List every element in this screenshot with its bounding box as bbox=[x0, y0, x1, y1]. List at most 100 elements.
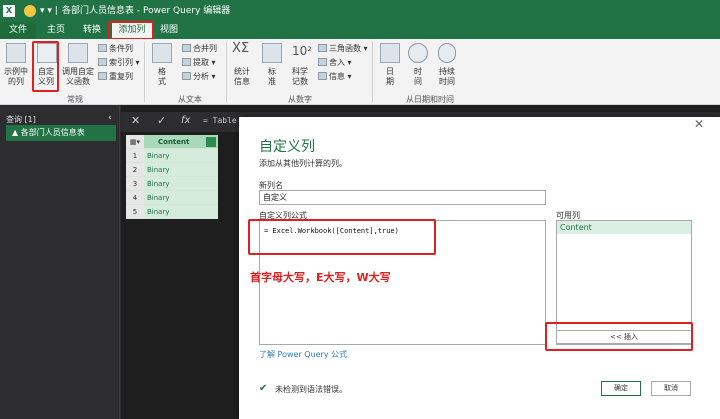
extract-label: 提取 bbox=[193, 58, 209, 67]
clock-icon bbox=[408, 43, 428, 63]
cancel-button[interactable]: 取消 bbox=[651, 381, 691, 396]
highlight-add-column-tab bbox=[108, 21, 154, 40]
row-index: 2 bbox=[126, 163, 144, 177]
extract-button[interactable]: 提取 ▾ bbox=[182, 58, 216, 68]
group-label-datetime: 从日期和时间 bbox=[406, 95, 454, 104]
group-label-general: 常规 bbox=[67, 95, 83, 104]
row-index: 4 bbox=[126, 191, 144, 205]
rounding-button[interactable]: 舍入 ▾ bbox=[318, 58, 352, 68]
format-button[interactable]: 格 式 bbox=[150, 67, 174, 87]
confirm-formula-icon[interactable]: ✓ bbox=[157, 114, 166, 127]
stopwatch-icon bbox=[438, 43, 456, 63]
index-column-icon bbox=[98, 58, 107, 66]
row-index: 3 bbox=[126, 177, 144, 191]
queries-pane: 查询 [1] ‹ ▲ 各部门人员信息表 bbox=[0, 105, 120, 419]
duplicate-column-label: 重复列 bbox=[109, 72, 133, 81]
table-cell-binary[interactable]: Binary bbox=[144, 177, 218, 191]
information-button[interactable]: 信息 ▾ bbox=[318, 72, 352, 82]
fx-icon: fx bbox=[181, 115, 191, 126]
duplicate-column-icon bbox=[98, 72, 107, 80]
title-bar: X ▾ ▾ | 各部门人员信息表 - Power Query 编辑器 bbox=[0, 0, 720, 22]
duration-button[interactable]: 持续 时间 bbox=[432, 67, 462, 87]
tab-file[interactable]: 文件 bbox=[0, 22, 36, 39]
time-button[interactable]: 时 间 bbox=[404, 67, 432, 87]
date-button[interactable]: 日 期 bbox=[376, 67, 404, 87]
smiley-icon[interactable] bbox=[24, 5, 36, 17]
collapse-pane-icon[interactable]: ‹ bbox=[108, 113, 112, 123]
checkmark-icon: ✔ bbox=[259, 383, 268, 394]
table-cell-binary[interactable]: Binary bbox=[144, 205, 218, 219]
statistics-button[interactable]: 统计 信息 bbox=[228, 67, 256, 87]
duplicate-column-button[interactable]: 重复列 bbox=[98, 72, 133, 82]
group-label-number: 从数字 bbox=[288, 95, 312, 104]
tab-view[interactable]: 视图 bbox=[154, 22, 184, 39]
window-title: 各部门人员信息表 - Power Query 编辑器 bbox=[62, 6, 231, 16]
new-column-name-input[interactable]: 自定义 bbox=[259, 190, 546, 205]
parse-icon bbox=[182, 72, 191, 80]
trigonometry-button[interactable]: 三角函数 ▾ bbox=[318, 44, 368, 54]
close-dialog-icon[interactable]: ✕ bbox=[694, 117, 704, 131]
dialog-title: 自定义列 bbox=[259, 139, 315, 155]
highlight-insert-button bbox=[545, 322, 693, 351]
statistics-icon: XΣ bbox=[232, 41, 250, 56]
example-column-icon bbox=[6, 43, 26, 63]
ok-button[interactable]: 确定 bbox=[601, 381, 641, 396]
dialog-subtitle: 添加从其他列计算的列。 bbox=[259, 159, 347, 168]
conditional-column-button[interactable]: 条件列 bbox=[98, 44, 133, 54]
index-column-button[interactable]: 索引列 ▾ bbox=[98, 58, 140, 68]
formula-text[interactable]: = Table bbox=[203, 116, 237, 125]
expand-column-icon[interactable] bbox=[206, 137, 216, 147]
table-icon: ▲ bbox=[12, 128, 19, 137]
custom-column-dialog: ✕ 自定义列 添加从其他列计算的列。 新列名 自定义 自定义列公式 = Exce… bbox=[239, 117, 720, 419]
scientific-icon: 10² bbox=[292, 44, 313, 58]
table-cell-binary[interactable]: Binary bbox=[144, 149, 218, 163]
standard-button[interactable]: 标 准 bbox=[258, 67, 286, 87]
index-column-label: 索引列 bbox=[109, 58, 133, 67]
trigonometry-label: 三角函数 bbox=[329, 44, 361, 53]
table-cell-binary[interactable]: Binary bbox=[144, 191, 218, 205]
invoke-function-icon bbox=[68, 43, 88, 63]
extract-icon bbox=[182, 58, 191, 66]
query-item[interactable]: ▲ 各部门人员信息表 bbox=[6, 125, 116, 141]
parse-button[interactable]: 分析 ▾ bbox=[182, 72, 216, 82]
annotation-text: 首字母大写，E大写，W大写 bbox=[250, 271, 391, 284]
parse-label: 分析 bbox=[193, 72, 209, 81]
ribbon-separator bbox=[144, 42, 145, 102]
queries-header: 查询 [1] bbox=[6, 115, 36, 124]
excel-app-icon: X bbox=[3, 5, 15, 17]
conditional-column-icon bbox=[98, 44, 107, 52]
available-column-item[interactable]: Content bbox=[557, 221, 691, 234]
format-icon bbox=[152, 43, 172, 63]
ribbon-separator bbox=[226, 42, 227, 102]
column-header-label: Content bbox=[158, 138, 190, 146]
learn-formulas-link[interactable]: 了解 Power Query 公式 bbox=[259, 349, 347, 360]
example-column-button[interactable]: 示例中 的列 bbox=[0, 67, 32, 87]
invoke-custom-function-button[interactable]: 调用自定 义函数 bbox=[60, 67, 96, 87]
highlight-custom-column-button bbox=[32, 41, 59, 92]
highlight-formula bbox=[248, 219, 436, 255]
merge-columns-button[interactable]: 合并列 bbox=[182, 44, 217, 54]
table-cell-binary[interactable]: Binary bbox=[144, 163, 218, 177]
cancel-formula-icon[interactable]: ✕ bbox=[131, 114, 140, 127]
tab-transform[interactable]: 转换 bbox=[76, 22, 108, 39]
merge-columns-label: 合并列 bbox=[193, 44, 217, 53]
ribbon-separator bbox=[372, 42, 373, 102]
merge-columns-icon bbox=[182, 44, 191, 52]
row-index: 1 bbox=[126, 149, 144, 163]
scientific-button[interactable]: 科学 记数 bbox=[286, 67, 314, 87]
rounding-icon bbox=[318, 58, 327, 66]
standard-icon bbox=[262, 43, 282, 63]
quick-access-dropdown-icon[interactable]: ▾ ▾ | bbox=[40, 0, 58, 22]
calendar-icon bbox=[380, 43, 400, 63]
rounding-label: 舍入 bbox=[329, 58, 345, 67]
conditional-column-label: 条件列 bbox=[109, 44, 133, 53]
table-select-icon[interactable]: ▦▾ bbox=[126, 135, 144, 149]
information-icon bbox=[318, 72, 327, 80]
tab-home[interactable]: 主页 bbox=[40, 22, 72, 39]
group-label-text: 从文本 bbox=[178, 95, 202, 104]
ribbon: 示例中 的列 自定 义列 调用自定 义函数 条件列 索引列 ▾ 重复列 常规 格… bbox=[0, 39, 720, 105]
syntax-status: 未检测到语法错误。 bbox=[275, 385, 347, 394]
trigonometry-icon bbox=[318, 44, 327, 52]
data-table: ▦▾ Content 1 Binary 2 Binary 3 Binary 4 Binary 5… bbox=[126, 135, 218, 221]
row-index: 5 bbox=[126, 205, 144, 219]
